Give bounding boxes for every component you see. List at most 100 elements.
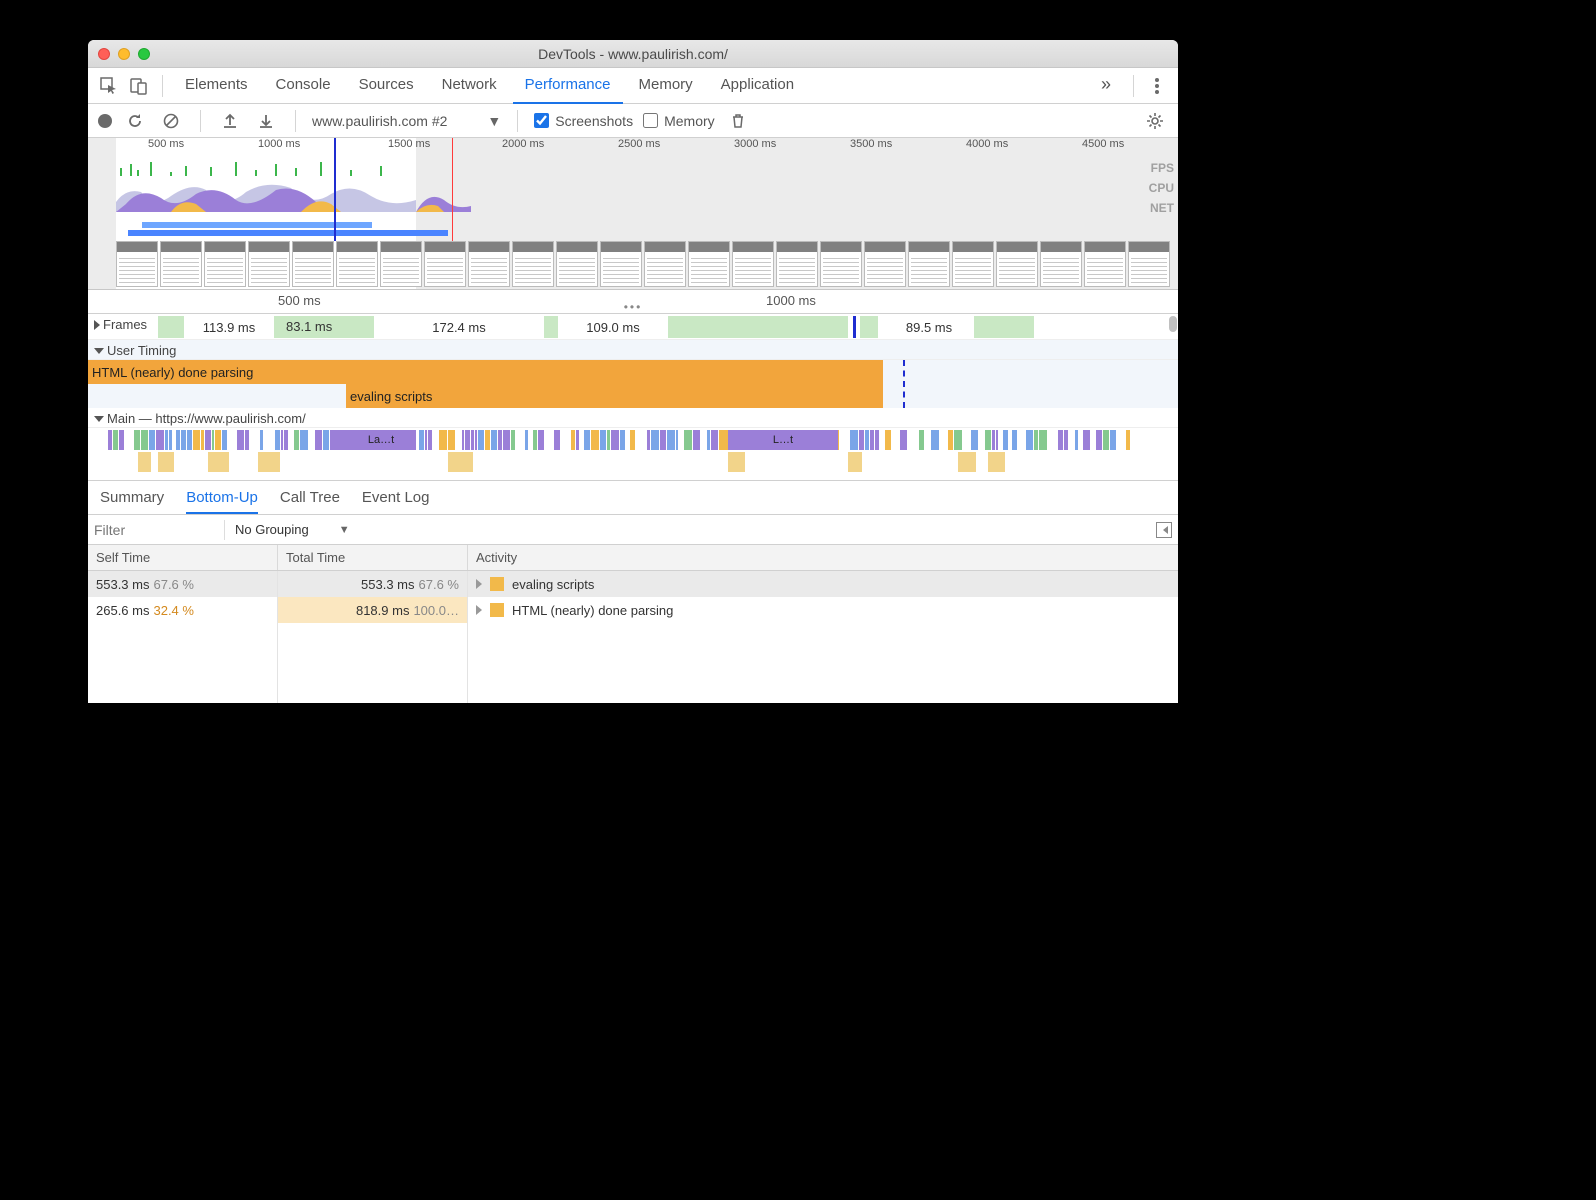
flame-slice[interactable] [667,430,674,450]
overview-marker-blue[interactable] [334,138,336,241]
filmstrip-thumb[interactable] [512,241,554,287]
flame-slice[interactable] [630,430,635,450]
expand-icon[interactable] [476,605,482,615]
filmstrip-thumb[interactable] [776,241,818,287]
frame-block[interactable]: 83.1 ms [274,316,374,338]
flame-slice[interactable] [138,452,151,472]
inspect-element-icon[interactable] [96,73,122,99]
main-track-header[interactable]: Main — https://www.paulirish.com/ [88,408,1178,428]
frame-block[interactable] [974,316,1034,338]
clear-icon[interactable] [158,108,184,134]
flame-slice[interactable] [651,430,659,450]
flame-slice[interactable] [1103,430,1109,450]
frame-gap[interactable]: 113.9 ms [184,316,274,338]
tab-performance[interactable]: Performance [513,68,623,104]
main-flame-strip[interactable]: La…t L…t [88,430,1178,450]
flame-slice[interactable] [958,452,976,472]
filmstrip-thumb[interactable] [1128,241,1170,287]
tab-memory[interactable]: Memory [627,68,705,104]
grouping-selector[interactable]: No Grouping ▼ [235,522,350,537]
main-track-label[interactable]: Main — https://www.paulirish.com/ [94,411,306,426]
profile-selector[interactable]: www.paulirish.com #2 ▼ [312,113,501,129]
filmstrip-thumb[interactable] [732,241,774,287]
flame-slice[interactable] [181,430,186,450]
flame-slice[interactable] [576,430,579,450]
filmstrip-thumb[interactable] [996,241,1038,287]
flame-slice[interactable] [693,430,701,450]
flame-slice[interactable] [859,430,864,450]
flame-slice[interactable] [222,430,227,450]
flame-slice[interactable] [108,430,112,450]
filmstrip-thumb[interactable] [820,241,862,287]
flame-slice[interactable] [503,430,509,450]
flame-slice[interactable] [260,430,263,450]
reload-icon[interactable] [122,108,148,134]
filmstrip-thumb[interactable] [248,241,290,287]
flame-slice[interactable] [208,452,229,472]
timing-bar-evaling-scripts[interactable]: evaling scripts [346,384,883,408]
flame-slice[interactable] [728,452,745,472]
flame-slice[interactable] [176,430,181,450]
flame-slice[interactable] [525,430,528,450]
flame-slice[interactable] [284,430,288,450]
filmstrip-thumb[interactable] [468,241,510,287]
flame-slice[interactable] [491,430,497,450]
flame-slice[interactable] [931,430,939,450]
flame-slice[interactable] [992,430,995,450]
frame-block[interactable] [860,316,878,338]
flame-slice[interactable] [462,430,464,450]
flame-chip[interactable]: La…t [346,430,416,450]
flame-slice[interactable] [538,430,544,450]
flame-slice[interactable] [607,430,610,450]
detail-ruler[interactable]: 500 ms 1000 ms ••• [88,290,1178,314]
flame-slice[interactable] [971,430,978,450]
filmstrip-thumb[interactable] [556,241,598,287]
load-profile-icon[interactable] [217,108,243,134]
tab-elements[interactable]: Elements [173,68,260,104]
filmstrip-thumb[interactable] [380,241,422,287]
flame-slice[interactable] [1034,430,1037,450]
flame-slice[interactable] [419,430,424,450]
col-activity[interactable]: Activity [468,545,1178,570]
flame-slice[interactable] [245,430,249,450]
flame-slice[interactable] [591,430,599,450]
tab-console[interactable]: Console [264,68,343,104]
tab-network[interactable]: Network [430,68,509,104]
flame-slice[interactable] [165,430,168,450]
flame-slice[interactable] [988,452,1005,472]
user-timing-bars[interactable]: HTML (nearly) done parsing evaling scrip… [88,360,1178,408]
flame-slice[interactable] [300,430,308,450]
flame-slice[interactable] [885,430,891,450]
filmstrip-thumb[interactable] [160,241,202,287]
flame-slice[interactable] [900,430,907,450]
flame-slice[interactable] [870,430,874,450]
flame-slice[interactable] [1110,430,1116,450]
flame-slice[interactable] [533,430,537,450]
frame-block[interactable] [158,316,184,338]
flame-slice[interactable] [141,430,148,450]
flame-slice[interactable] [1003,430,1008,450]
flame-slice[interactable] [554,430,560,450]
flame-slice[interactable] [471,430,473,450]
kebab-menu-icon[interactable] [1144,73,1170,99]
frame-block[interactable] [668,316,848,338]
flame-slice[interactable] [448,430,455,450]
flame-slice[interactable] [996,430,998,450]
memory-checkbox[interactable]: Memory [643,113,715,129]
flame-slice[interactable] [1126,430,1130,450]
screenshots-checkbox-input[interactable] [534,113,549,128]
frames-track-label[interactable]: Frames [94,317,147,332]
flame-slice[interactable] [707,430,710,450]
flame-slice[interactable] [212,430,214,450]
filmstrip-thumb[interactable] [952,241,994,287]
flame-chart-tracks[interactable]: Frames 113.9 ms 83.1 ms 172.4 ms 109.0 m… [88,314,1178,481]
flame-slice[interactable] [1083,430,1090,450]
flame-slice[interactable] [985,430,991,450]
filmstrip-thumb[interactable] [204,241,246,287]
record-button-icon[interactable] [98,114,112,128]
heaviest-stack-toggle-icon[interactable] [1156,522,1172,538]
flame-chip[interactable]: L…t [728,430,838,450]
flame-slice[interactable] [113,430,118,450]
screenshots-checkbox[interactable]: Screenshots [534,113,633,129]
detail-tab-event-log[interactable]: Event Log [362,489,430,514]
